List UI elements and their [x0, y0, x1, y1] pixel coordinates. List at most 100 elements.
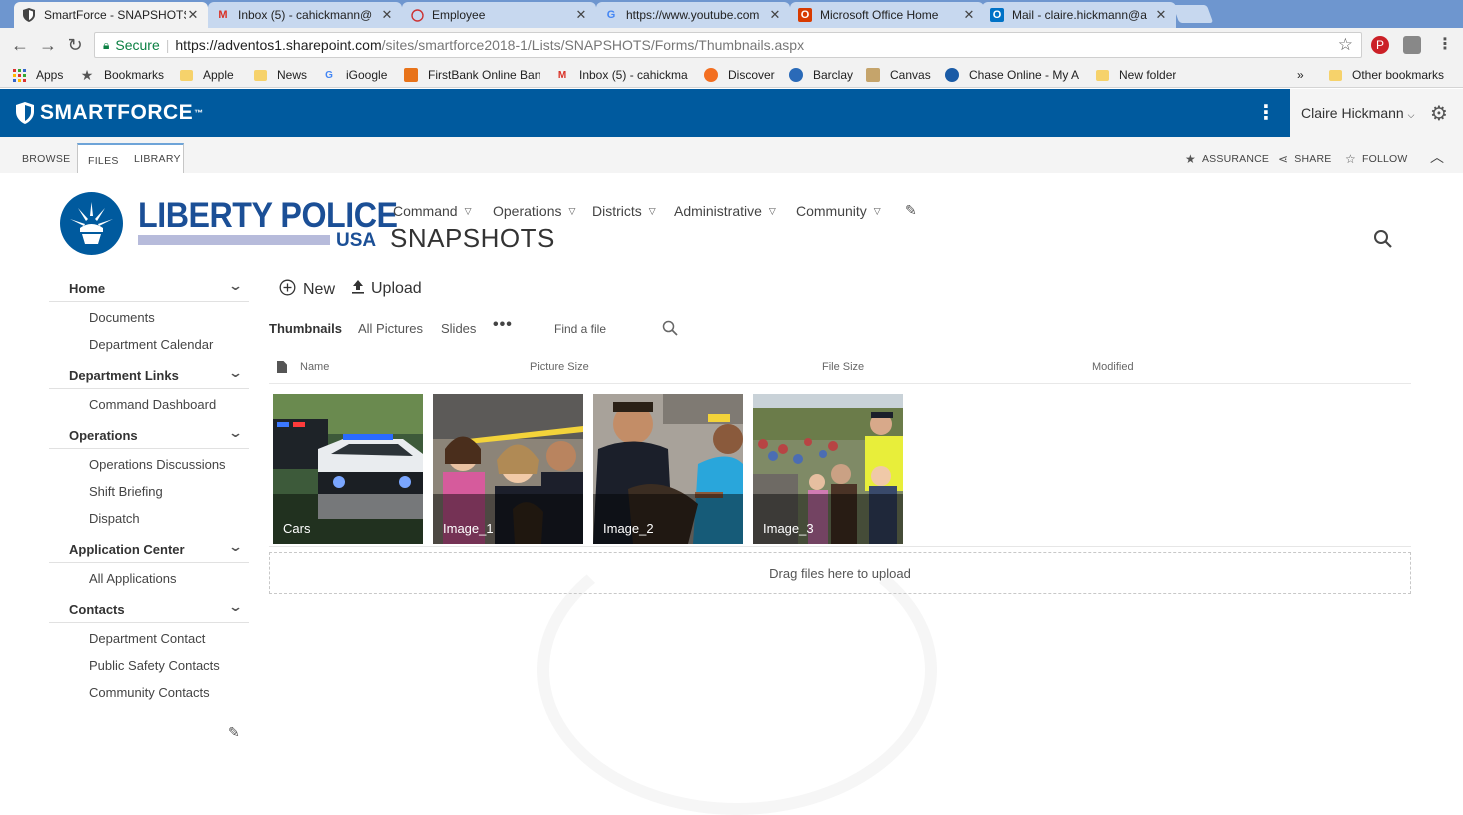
leftnav-heading-department-links[interactable]: Department Links ⌄ — [49, 359, 249, 389]
statue-of-liberty-logo[interactable] — [60, 192, 123, 255]
upload-drop-zone[interactable]: Drag files here to upload — [269, 552, 1411, 594]
view-thumbnails[interactable]: Thumbnails — [269, 321, 342, 336]
leftnav-item-shift-briefing[interactable]: Shift Briefing — [49, 476, 249, 503]
reload-icon[interactable]: ↻ — [64, 34, 86, 56]
share-action[interactable]: ⋖ SHARE — [1278, 152, 1331, 166]
leftnav-heading-application-center[interactable]: Application Center ⌄ — [49, 533, 249, 563]
chevron-down-icon[interactable]: ⌄ — [228, 539, 243, 555]
new-button[interactable]: New — [279, 279, 335, 301]
leftnav-heading-contacts[interactable]: Contacts ⌄ — [49, 593, 249, 623]
chevron-down-icon[interactable]: ⌄ — [228, 278, 243, 294]
column-picture-size[interactable]: Picture Size — [530, 361, 589, 373]
leftnav-item-department-calendar[interactable]: Department Calendar — [49, 329, 249, 356]
more-views-icon[interactable]: ••• — [493, 316, 513, 334]
view-slides[interactable]: Slides — [441, 321, 476, 336]
bookmark-chase[interactable]: Chase Online - My A — [945, 66, 1081, 84]
leftnav-item-all-applications[interactable]: All Applications — [49, 563, 249, 590]
outlook-icon: O — [990, 8, 1004, 22]
bookmark-canvas[interactable]: Canvas — [866, 66, 931, 84]
logo-usa-text: USA — [336, 230, 377, 251]
chevron-down-icon[interactable]: ⌄ — [228, 365, 243, 381]
browser-tab-mail[interactable]: O Mail - claire.hickmann@a ✕ — [982, 2, 1176, 28]
close-icon[interactable]: ✕ — [380, 7, 394, 23]
close-icon[interactable]: ✕ — [1154, 7, 1168, 23]
bookmark-inbox[interactable]: M Inbox (5) - cahickma — [555, 66, 691, 84]
browser-tab-youtube[interactable]: G https://www.youtube.com ✕ — [596, 2, 790, 28]
close-icon[interactable]: ✕ — [768, 7, 782, 23]
browser-tab-smartforce[interactable]: SmartForce - SNAPSHOTS ✕ — [14, 2, 208, 28]
ribbon-tab-label: FILES — [88, 155, 119, 167]
column-name[interactable]: Name — [300, 361, 329, 373]
close-icon[interactable]: ✕ — [186, 7, 200, 23]
browser-tab-office[interactable]: O Microsoft Office Home ✕ — [790, 2, 984, 28]
bookmark-bookmarks[interactable]: ★ Bookmarks — [80, 66, 164, 84]
assurance-action[interactable]: ★ ASSURANCE — [1185, 152, 1269, 166]
follow-action[interactable]: ☆ FOLLOW — [1345, 152, 1408, 166]
bookmark-apple[interactable]: Apple — [180, 66, 234, 84]
bookmark-star-icon[interactable]: ☆ — [1338, 35, 1353, 55]
browser-tab-inbox[interactable]: M Inbox (5) - cahickmann@ ✕ — [208, 2, 402, 28]
bookmark-new-folder[interactable]: New folder — [1096, 66, 1176, 84]
leftnav-item-documents[interactable]: Documents — [49, 302, 249, 329]
leftnav-item-operations-discussions[interactable]: Operations Discussions — [49, 449, 249, 476]
address-bar[interactable]: 🔒︎ Secure | https://adventos1.sharepoint… — [94, 32, 1362, 58]
chevron-up-icon[interactable]: ︿ — [1430, 147, 1444, 167]
bookmark-label: Apple — [203, 68, 234, 82]
bookmarks-overflow-button[interactable]: » — [1297, 66, 1304, 84]
column-file-size[interactable]: File Size — [822, 361, 864, 373]
topnav-districts[interactable]: Districts ▽ — [592, 203, 656, 219]
bookmark-discover[interactable]: Discover — [704, 66, 775, 84]
bookmark-other[interactable]: Other bookmarks — [1329, 66, 1444, 84]
bookmark-firstbank[interactable]: FirstBank Online Ban — [404, 66, 540, 84]
edit-links-pencil-icon[interactable]: ✎ — [905, 202, 917, 219]
leftnav-heading-operations[interactable]: Operations ⌄ — [49, 419, 249, 449]
leftnav-heading-home[interactable]: Home ⌄ — [49, 272, 249, 302]
close-icon[interactable]: ✕ — [574, 7, 588, 23]
column-modified[interactable]: Modified — [1092, 361, 1134, 373]
leftnav-item-public-safety-contacts[interactable]: Public Safety Contacts — [49, 650, 249, 677]
folder-icon — [1329, 69, 1342, 81]
browser-tab-employee[interactable]: Employee ✕ — [402, 2, 596, 28]
leftnav-item-department-contact[interactable]: Department Contact — [49, 623, 249, 650]
bookmark-label: Bookmarks — [104, 68, 165, 82]
browser-menu-icon[interactable]: ⋮ — [1436, 36, 1454, 54]
chevron-down-icon: ▽ — [648, 205, 656, 216]
topnav-administrative[interactable]: Administrative ▽ — [674, 203, 776, 219]
leftnav-item-community-contacts[interactable]: Community Contacts — [49, 677, 249, 704]
thumbnail-image-2[interactable]: Image_2 — [593, 394, 743, 544]
gear-icon[interactable]: ⚙ — [1430, 101, 1448, 126]
ribbon-tab-library[interactable]: LIBRARY — [124, 143, 191, 173]
bookmark-news[interactable]: News — [254, 66, 307, 84]
extension-icon[interactable] — [1403, 36, 1421, 54]
chevron-down-icon[interactable]: ⌄ — [228, 599, 243, 615]
more-options-icon[interactable]: ⋮ — [1256, 101, 1276, 125]
upload-button[interactable]: Upload — [352, 279, 422, 299]
search-icon[interactable] — [662, 320, 678, 341]
view-all-pictures[interactable]: All Pictures — [358, 321, 423, 336]
thumbnail-image-1[interactable]: Image_1 — [433, 394, 583, 544]
smartforce-logo[interactable]: SMARTFORCE ™ — [16, 101, 204, 125]
topnav-operations[interactable]: Operations ▽ — [493, 203, 575, 219]
bookmark-barclay[interactable]: Barclay — [789, 66, 853, 84]
ribbon-tab-browse[interactable]: BROWSE — [12, 143, 80, 173]
thumbnail-image-3[interactable]: Image_3 — [753, 394, 903, 544]
topnav-community[interactable]: Community ▽ — [796, 203, 881, 219]
chevron-down-icon[interactable]: ⌄ — [228, 425, 243, 441]
site-search-icon[interactable] — [1373, 229, 1393, 254]
leftnav-item-command-dashboard[interactable]: Command Dashboard — [49, 389, 249, 416]
pinterest-icon[interactable]: P — [1371, 36, 1389, 54]
bank-icon — [404, 68, 418, 82]
topnav-command[interactable]: Command ▽ — [393, 203, 472, 219]
new-tab-button[interactable] — [1172, 5, 1214, 23]
bookmark-igoogle[interactable]: G iGoogle — [322, 66, 387, 84]
edit-nav-pencil-icon[interactable]: ✎ — [228, 724, 240, 741]
forward-arrow-icon[interactable]: → — [37, 34, 59, 56]
document-type-icon[interactable] — [277, 361, 287, 373]
back-arrow-icon[interactable]: ← — [9, 34, 31, 56]
close-icon[interactable]: ✕ — [962, 7, 976, 23]
user-menu[interactable]: Claire Hickmann ⌵ — [1301, 105, 1414, 121]
leftnav-item-dispatch[interactable]: Dispatch — [49, 503, 249, 530]
find-file-input[interactable]: Find a file — [554, 322, 606, 336]
thumbnail-cars[interactable]: Cars — [273, 394, 423, 544]
bookmark-apps[interactable]: Apps — [12, 66, 63, 84]
